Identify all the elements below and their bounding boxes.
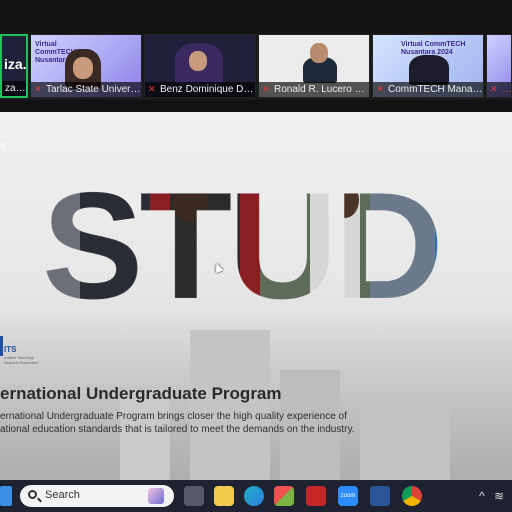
store-icon[interactable] bbox=[274, 486, 294, 506]
chrome-icon[interactable] bbox=[402, 486, 422, 506]
search-label: Search bbox=[45, 489, 80, 501]
participant-video bbox=[409, 55, 449, 85]
participant-face bbox=[189, 51, 207, 71]
wifi-icon[interactable]: ≋ bbox=[494, 486, 510, 506]
its-logo-text: ITS bbox=[4, 345, 17, 354]
building bbox=[360, 400, 450, 480]
its-logo-icon bbox=[0, 336, 3, 356]
slide-body: ernational Undergraduate Program brings … bbox=[0, 410, 354, 436]
participant-name: ✕Ronald R. Lucero Jr._Di... bbox=[259, 82, 369, 97]
mic-muted-icon: ✕ bbox=[376, 84, 384, 94]
mcafee-icon[interactable] bbox=[306, 486, 326, 506]
participant-tile-active[interactable]: iza... za Au... bbox=[0, 34, 28, 98]
participant-tile[interactable]: ✕Ronald R. Lucero Jr._Di... bbox=[258, 34, 370, 98]
participant-gallery: iza... za Au... Virtual CommTECH Nusanta… bbox=[0, 34, 512, 100]
participant-face bbox=[310, 43, 328, 63]
mic-muted-icon: ✕ bbox=[490, 84, 498, 94]
word-icon[interactable] bbox=[370, 486, 390, 506]
windows-taskbar: Search zoom ^ ≋ bbox=[0, 480, 512, 512]
slide-body-line: ernational Undergraduate Program brings … bbox=[0, 411, 347, 422]
participant-name: ✕Tarlac State University... bbox=[31, 82, 141, 97]
meeting-top-strip bbox=[0, 0, 512, 34]
slide-body-line: ational education standards that is tail… bbox=[0, 424, 355, 435]
participant-name: ✕De bbox=[487, 82, 511, 97]
shared-screen: s STUD STUD ITS Inst bbox=[0, 112, 512, 480]
participant-initials: iza... bbox=[4, 56, 27, 72]
zoom-icon[interactable]: zoom bbox=[338, 486, 358, 506]
search-highlight-icon bbox=[148, 488, 164, 504]
edge-icon[interactable] bbox=[244, 486, 264, 506]
task-view-icon[interactable] bbox=[184, 486, 204, 506]
start-icon[interactable] bbox=[0, 486, 12, 506]
participant-tile[interactable]: ✕Benz Dominique Delar... bbox=[144, 34, 256, 98]
chevron-up-icon[interactable]: ^ bbox=[472, 486, 492, 506]
its-logo-subtitle: Institut Teknologi Sepuluh Nopember bbox=[4, 355, 39, 365]
participant-name: ✕Benz Dominique Delar... bbox=[145, 82, 255, 97]
mic-muted-icon: ✕ bbox=[148, 84, 156, 94]
corner-text: s bbox=[0, 140, 6, 152]
slide-title: ernational Undergraduate Program bbox=[0, 384, 282, 403]
participant-name: ✕ CommTECH Manager bbox=[373, 82, 483, 97]
search-icon bbox=[28, 490, 37, 499]
building bbox=[190, 330, 270, 480]
participant-tile[interactable]: Virtual CommTECH Nusantara 2024 ✕ Tarlac … bbox=[30, 34, 142, 98]
gallery-separator bbox=[0, 100, 512, 112]
participant-face bbox=[73, 57, 93, 79]
participant-name: za Au... bbox=[2, 81, 26, 96]
search-box[interactable]: Search bbox=[20, 485, 174, 507]
file-explorer-icon[interactable] bbox=[214, 486, 234, 506]
participant-tile[interactable]: ✕De bbox=[486, 34, 512, 98]
participant-tile[interactable]: Virtual CommTECH Nusantara 2024 ✕ CommTEC… bbox=[372, 34, 484, 98]
mic-muted-icon: ✕ bbox=[262, 84, 270, 94]
mic-muted-icon: ✕ bbox=[34, 84, 42, 94]
big-word-label: STUD bbox=[42, 170, 440, 310]
studies-word-art: STUD STUD bbox=[42, 170, 444, 310]
